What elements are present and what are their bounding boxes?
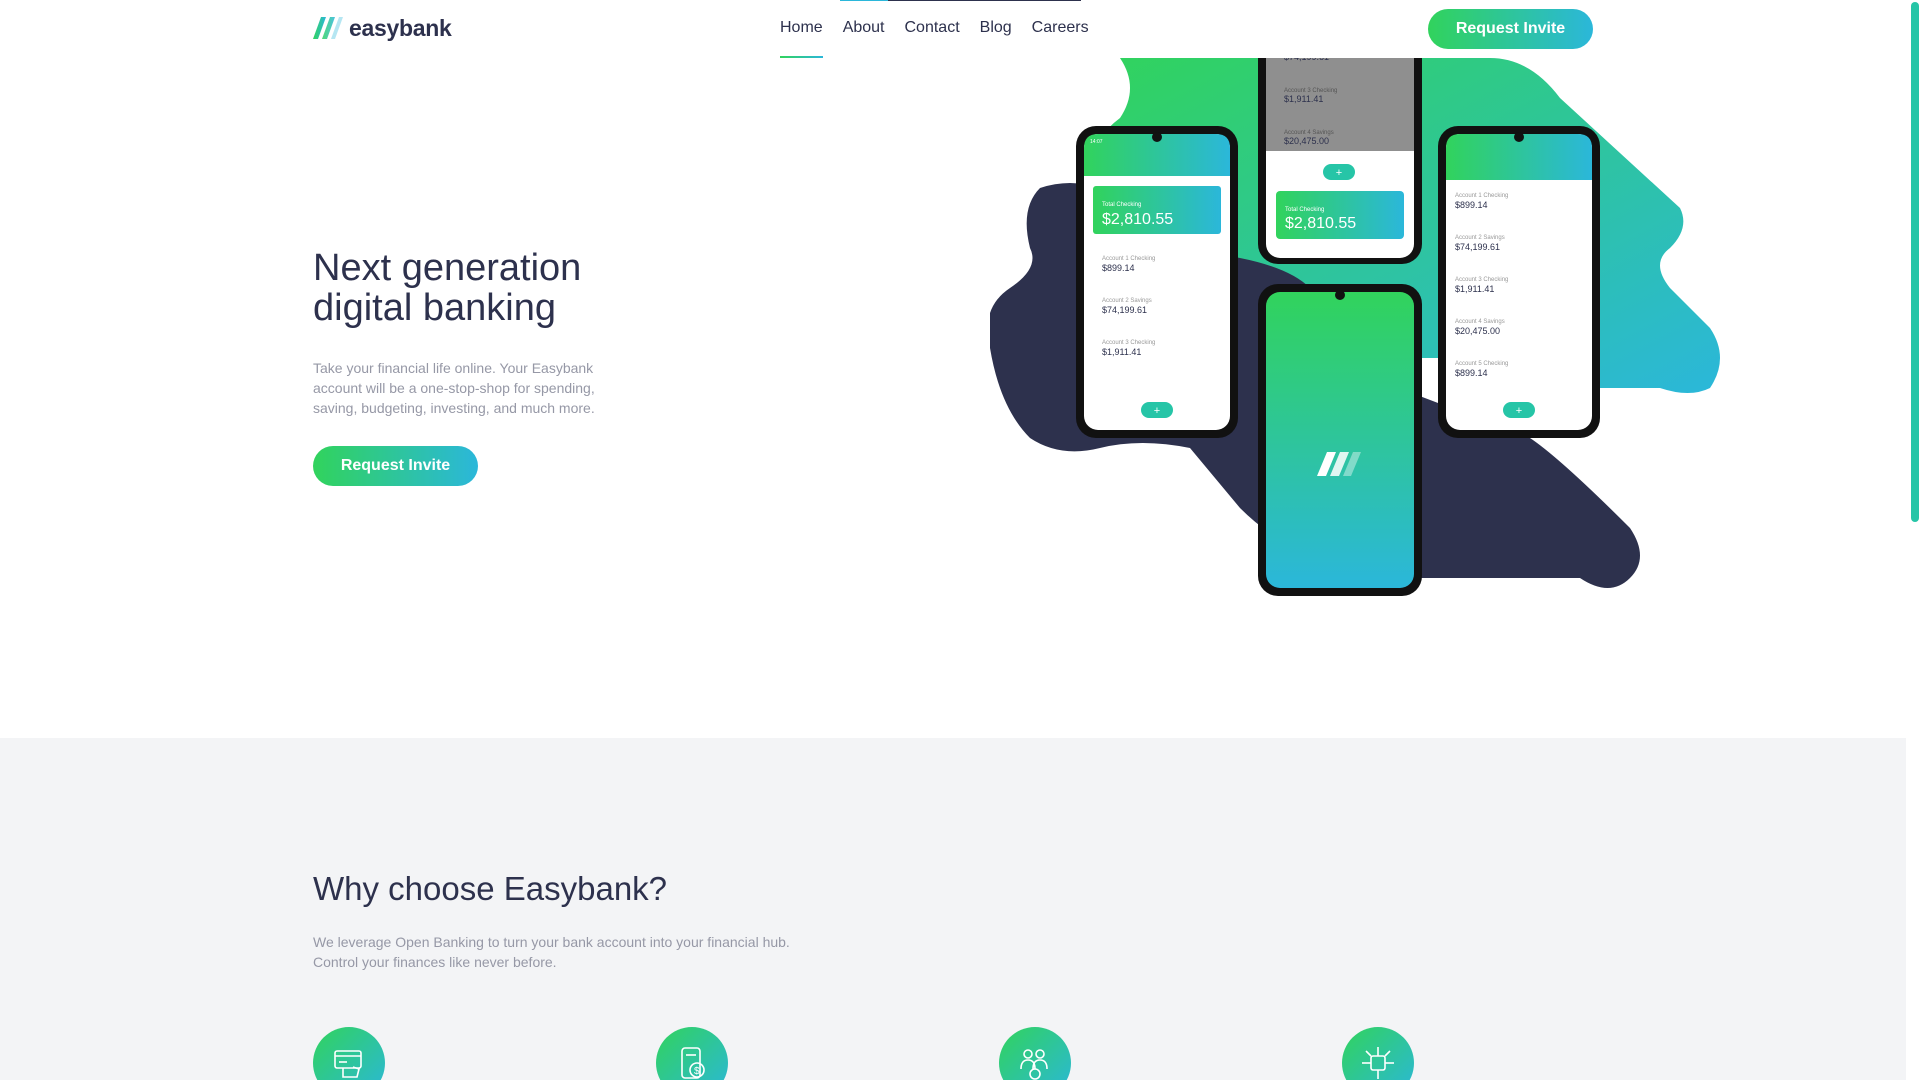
phone-top-value-1: $1,911.41 (1284, 94, 1323, 104)
phone-bottom-center (1258, 284, 1422, 596)
phone-top-value-2: $20,475.00 (1284, 136, 1329, 146)
svg-text:$: $ (694, 1066, 700, 1077)
phone-right-label-3: Account 4 Savings (1455, 319, 1505, 325)
phone-right-value-1: $74,199.61 (1455, 242, 1500, 252)
scrollbar-thumb[interactable] (1911, 2, 1919, 522)
request-invite-button-hero[interactable]: Request Invite (313, 446, 478, 486)
budgeting-icon: $ (656, 1027, 728, 1080)
phone-left-total-label: Total Checking (1102, 202, 1141, 208)
phone-right-label-1: Account 2 Savings (1455, 235, 1505, 241)
hero-description: Take your financial life online. Your Ea… (313, 360, 595, 416)
phone-left-label-2: Account 3 Checking (1102, 340, 1155, 346)
onboarding-icon (999, 1027, 1071, 1080)
nav-contact[interactable]: Contact (905, 0, 960, 58)
site-header: easybank Home About Contact Blog Careers… (0, 0, 1906, 58)
phone-right-value-3: $20,475.00 (1455, 326, 1500, 336)
scrollbar-track[interactable] (1908, 0, 1920, 1080)
why-description-line1: We leverage Open Banking to turn your ba… (313, 934, 790, 950)
nav-careers[interactable]: Careers (1032, 0, 1089, 58)
hero-title-line2: digital banking (313, 287, 556, 329)
phone-right-value-0: $899.14 (1455, 200, 1488, 210)
phone-right-label-0: Account 1 Checking (1455, 193, 1508, 199)
svg-text:+: + (1154, 405, 1160, 417)
svg-text:+: + (1516, 405, 1522, 417)
phone-left-total: $2,810.55 (1102, 211, 1173, 228)
phone-left-label-1: Account 2 Savings (1102, 298, 1152, 304)
nav-home[interactable]: Home (780, 0, 823, 58)
main-nav: Home About Contact Blog Careers (780, 0, 1109, 58)
phone-top-value-0: $74,199.61 (1284, 58, 1329, 62)
hero-phones-illustration: $74,199.61 Account 3 Checking $1,911.41 … (990, 58, 1720, 596)
svg-text:+: + (1336, 167, 1342, 179)
phone-right: Account 1 Checking $899.14 Account 2 Sav… (1438, 126, 1600, 438)
phone-left-time: 14:07 (1090, 139, 1103, 145)
why-description: We leverage Open Banking to turn your ba… (313, 932, 833, 972)
phone-left-label-0: Account 1 Checking (1102, 256, 1155, 262)
phone-top-total-label: Total Checking (1285, 207, 1324, 213)
hero-title: Next generation digital banking (313, 248, 733, 328)
logo-text: easybank (349, 14, 452, 41)
logo-icon (313, 17, 343, 39)
phone-left-value-2: $1,911.41 (1102, 347, 1141, 357)
nav-blog[interactable]: Blog (980, 0, 1012, 58)
why-description-line2: Control your finances like never before. (313, 954, 557, 970)
phone-right-label-2: Account 3 Checking (1455, 277, 1508, 283)
phone-top-total: $2,810.55 (1285, 215, 1356, 232)
open-api-icon (1342, 1027, 1414, 1080)
phone-left-value-0: $899.14 (1102, 263, 1135, 273)
request-invite-button-header[interactable]: Request Invite (1428, 9, 1593, 49)
hero-title-line1: Next generation (313, 247, 582, 289)
phone-right-value-2: $1,911.41 (1455, 284, 1494, 294)
phone-right-label-4: Account 5 Checking (1455, 361, 1508, 367)
online-banking-icon (313, 1027, 385, 1080)
why-title: Why choose Easybank? (313, 870, 668, 907)
why-section: Why choose Easybank? We leverage Open Ba… (0, 738, 1906, 1080)
phone-right-value-4: $899.14 (1455, 368, 1488, 378)
phone-top-center: $74,199.61 Account 3 Checking $1,911.41 … (1258, 58, 1422, 264)
phone-left: 14:07 Total Checking $2,810.55 Account 1… (1076, 126, 1238, 438)
phone-left-value-1: $74,199.61 (1102, 305, 1147, 315)
nav-about[interactable]: About (843, 0, 885, 58)
logo[interactable]: easybank (313, 14, 452, 41)
